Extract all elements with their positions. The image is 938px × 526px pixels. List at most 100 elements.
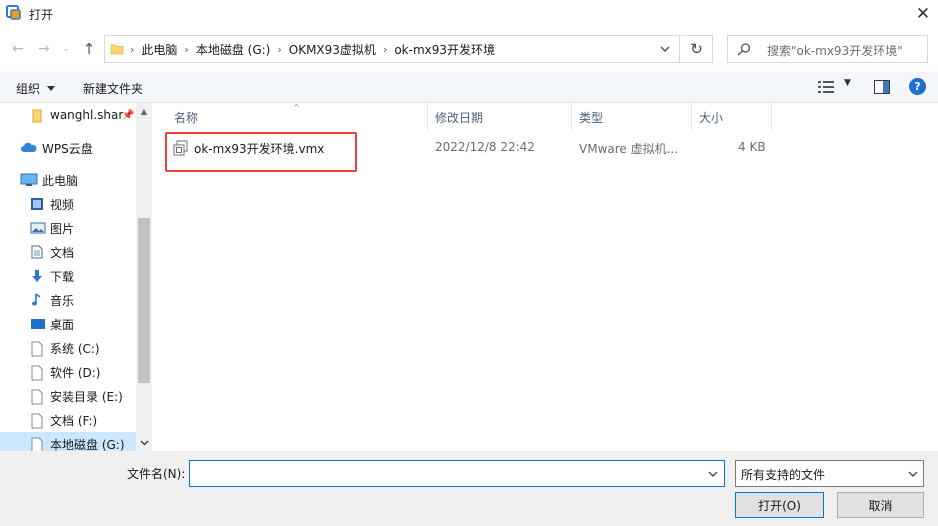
drive-icon	[30, 389, 46, 405]
refresh-icon: ↻	[690, 40, 703, 58]
nav-item-this-pc[interactable]: 此电脑	[0, 168, 136, 192]
nav-item-label: 音乐	[50, 294, 75, 308]
nav-item-label: 文档	[50, 246, 75, 260]
help-icon[interactable]: ?	[909, 78, 926, 95]
organize-label: 组织	[16, 82, 41, 96]
nav-item-wps-cloud[interactable]: WPS云盘	[0, 136, 136, 160]
nav-item-drive-g[interactable]: 本地磁盘 (G:)	[0, 432, 136, 451]
nav-item-downloads[interactable]: 下载	[0, 264, 136, 288]
address-bar[interactable]: › 此电脑 › 本地磁盘 (G:) › OKMX93虚拟机 › ok-mx93开…	[104, 35, 680, 63]
column-label: 修改日期	[435, 110, 484, 125]
column-label: 类型	[579, 110, 604, 125]
address-dropdown-button[interactable]	[653, 36, 677, 62]
nav-item-label: 视频	[50, 198, 75, 212]
caret-down-icon	[47, 86, 56, 91]
close-button[interactable]: ✕	[908, 0, 938, 28]
nav-item-label: WPS云盘	[42, 142, 93, 156]
breadcrumb-item-current[interactable]: ok-mx93开发环境	[388, 41, 501, 58]
drive-icon	[30, 437, 46, 451]
nav-item-videos[interactable]: 视频	[0, 192, 136, 216]
nav-item-desktop[interactable]: 桌面	[0, 312, 136, 336]
nav-item-drive-f[interactable]: 文档 (F:)	[0, 408, 136, 432]
toolbar: 组织 新建文件夹 ▼ ?	[0, 72, 938, 103]
preview-pane-icon[interactable]	[874, 80, 890, 97]
up-button[interactable]: ↑	[79, 37, 99, 61]
nav-item-label: 本地磁盘 (G:)	[50, 438, 125, 451]
nav-item-documents[interactable]: 文档	[0, 240, 136, 264]
close-icon: ✕	[915, 4, 931, 24]
scroll-down-icon[interactable]	[136, 435, 152, 451]
nav-item-label: wanghl.shar	[50, 108, 124, 122]
recent-locations-button[interactable]: ⌄	[60, 37, 72, 61]
pin-icon[interactable]: 📌	[122, 110, 134, 121]
app-icon	[6, 5, 22, 21]
breadcrumb: › 此电脑 › 本地磁盘 (G:) › OKMX93虚拟机 › ok-mx93开…	[129, 36, 501, 62]
open-button[interactable]: 打开(O)	[735, 492, 824, 518]
column-label: 名称	[174, 110, 199, 125]
nav-item-label: 此电脑	[42, 174, 79, 188]
nav-item-drive-c[interactable]: 系统 (C:)	[0, 336, 136, 360]
scrollbar-thumb[interactable]	[138, 218, 150, 383]
nav-item-label: 安装目录 (E:)	[50, 390, 123, 404]
view-options-icon[interactable]	[818, 80, 836, 97]
view-dropdown-icon[interactable]: ▼	[844, 78, 851, 88]
arrow-up-icon: ↑	[82, 40, 96, 58]
nav-item-label: 软件 (D:)	[50, 366, 101, 380]
back-button[interactable]: ←	[8, 37, 28, 61]
folder-pinned-icon	[29, 109, 45, 123]
window-title: 打开	[29, 8, 54, 22]
nav-item-wanghl-share[interactable]: wanghl.shar 📌	[0, 104, 136, 128]
chevron-down-icon	[908, 471, 918, 477]
drive-icon	[30, 413, 46, 429]
column-header-date[interactable]: 修改日期	[428, 103, 572, 131]
search-input[interactable]: 搜索"ok-mx93开发环境"	[727, 35, 928, 63]
filter-dropdown-button[interactable]	[902, 461, 924, 486]
video-icon	[30, 197, 46, 211]
chevron-down-icon: ⌄	[62, 44, 70, 54]
search-placeholder: 搜索"ok-mx93开发环境"	[767, 44, 903, 58]
file-date: 2022/12/8 22:42	[435, 140, 535, 154]
nav-scrollbar[interactable]: ▲	[136, 103, 152, 451]
cancel-button[interactable]: 取消	[837, 492, 924, 518]
cloud-icon	[20, 141, 37, 155]
filter-value: 所有支持的文件	[741, 468, 826, 482]
nav-item-music[interactable]: 音乐	[0, 288, 136, 312]
chevron-down-icon	[660, 46, 670, 52]
organize-button[interactable]: 组织	[16, 80, 56, 97]
chevron-down-icon	[708, 471, 718, 477]
nav-item-label: 文档 (F:)	[50, 414, 98, 428]
scroll-up-icon[interactable]: ▲	[136, 103, 152, 119]
search-icon	[736, 42, 752, 59]
file-size: 4 KB	[738, 140, 766, 154]
refresh-button[interactable]: ↻	[681, 35, 713, 63]
column-header-size[interactable]: 大小	[692, 103, 772, 131]
breadcrumb-item-this-pc[interactable]: 此电脑	[135, 41, 183, 58]
music-icon	[30, 293, 46, 307]
column-header-type[interactable]: 类型	[572, 103, 692, 131]
file-type-filter[interactable]: 所有支持的文件	[735, 460, 924, 487]
nav-item-drive-e[interactable]: 安装目录 (E:)	[0, 384, 136, 408]
filename-label: 文件名(N):	[127, 467, 186, 481]
nav-item-drive-d[interactable]: 软件 (D:)	[0, 360, 136, 384]
pictures-icon	[30, 221, 46, 235]
filename-dropdown-button[interactable]	[702, 461, 724, 486]
file-list: 名称 ^ 修改日期 类型 大小 ok-mx93开发环境.vmx 2022/12/…	[155, 103, 938, 451]
nav-item-label: 图片	[50, 222, 75, 236]
breadcrumb-item-drive-g[interactable]: 本地磁盘 (G:)	[190, 41, 277, 58]
nav-item-pictures[interactable]: 图片	[0, 216, 136, 240]
arrow-right-icon: →	[38, 41, 50, 57]
file-type: VMware 虚拟机...	[579, 142, 679, 156]
column-label: 大小	[699, 110, 724, 125]
new-folder-button[interactable]: 新建文件夹	[83, 80, 143, 97]
drive-icon	[30, 365, 46, 381]
breadcrumb-item-okmx93[interactable]: OKMX93虚拟机	[283, 41, 382, 58]
desktop-icon	[30, 317, 46, 331]
download-icon	[30, 269, 46, 283]
drive-icon	[30, 341, 46, 357]
forward-button[interactable]: →	[34, 37, 54, 61]
documents-icon	[30, 245, 46, 259]
filename-input[interactable]	[189, 460, 725, 487]
navigation-pane: wanghl.shar 📌 WPS云盘 此电脑 视频 图片 文档 下载 音乐 桌…	[0, 103, 152, 451]
folder-icon	[110, 42, 124, 59]
nav-item-label: 下载	[50, 270, 75, 284]
